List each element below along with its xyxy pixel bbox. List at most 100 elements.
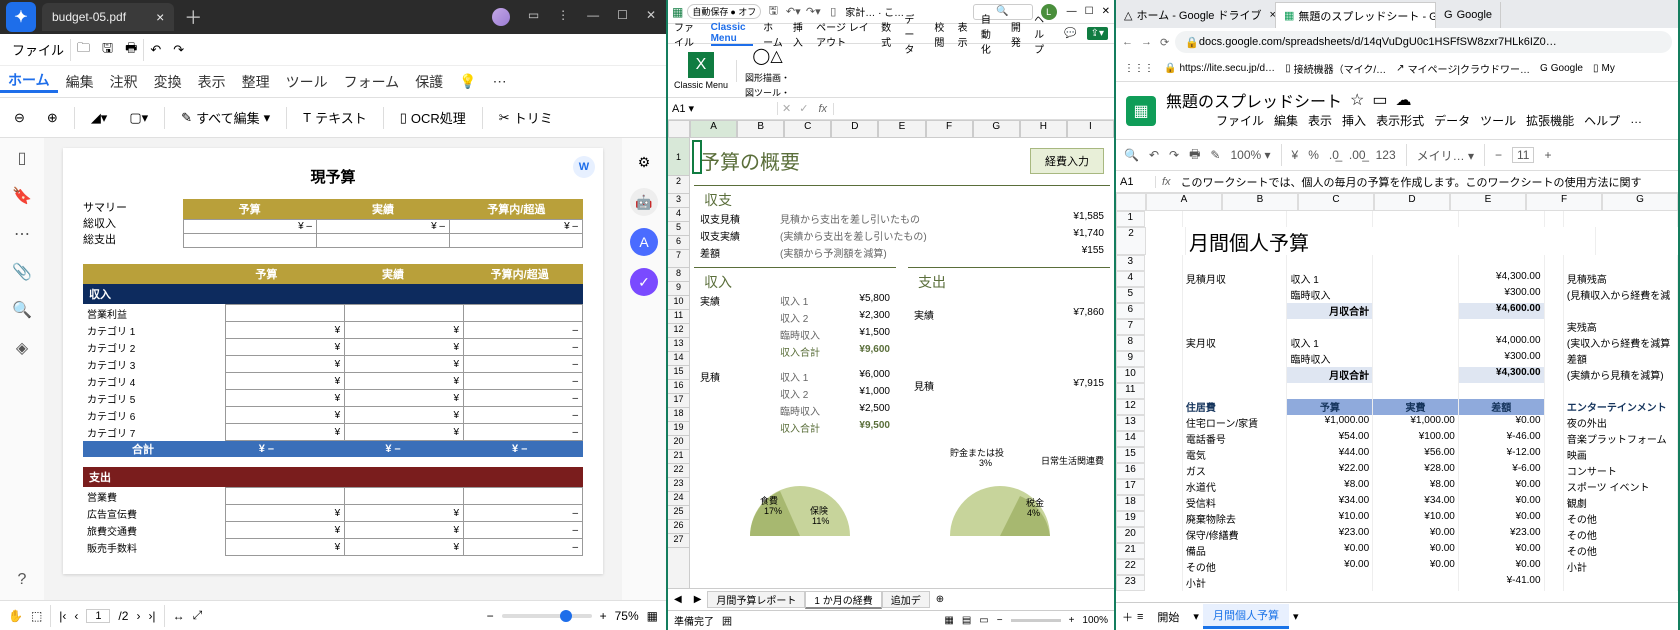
tab-nav-next-icon[interactable]: ▶: [688, 594, 708, 605]
close-window-icon[interactable]: ✕: [646, 8, 656, 26]
prev-page-icon[interactable]: ‹: [74, 609, 78, 623]
num-format[interactable]: 123: [1376, 148, 1396, 162]
save-icon[interactable]: 🖫: [96, 39, 119, 61]
back-icon[interactable]: ←: [1122, 36, 1133, 49]
ribbon-tab-home[interactable]: ホーム: [0, 70, 58, 93]
percent-icon[interactable]: %: [1308, 148, 1319, 162]
zoom-minus-icon[interactable]: −: [997, 615, 1003, 626]
bookmark-1[interactable]: ▯接続機器（マイク/…: [1285, 61, 1386, 76]
fit-page-icon[interactable]: ⤢: [193, 608, 203, 623]
comments-icon[interactable]: ⋯: [12, 224, 32, 244]
name-box[interactable]: A1: [1116, 176, 1156, 188]
fx-cancel-icon[interactable]: ✕: [778, 102, 795, 115]
search-icon[interactable]: 🔍: [12, 300, 32, 320]
more-icon[interactable]: ⋮: [557, 8, 569, 26]
zoom-slider[interactable]: [502, 614, 592, 618]
browser-tab-google[interactable]: GGoogle: [1436, 2, 1501, 28]
next-page-icon[interactable]: ›: [136, 609, 140, 623]
menu-format[interactable]: 表示形式: [1376, 112, 1424, 129]
settings-icon[interactable]: ⚙: [630, 148, 658, 176]
sheet-tab-month[interactable]: 1 か月の経費: [805, 591, 881, 609]
maximize-icon[interactable]: ☐: [1085, 6, 1094, 17]
menu-help[interactable]: ヘルプ: [1584, 112, 1620, 129]
layers-icon[interactable]: ◈: [12, 338, 32, 358]
trim-button[interactable]: ✂ トリミ: [493, 104, 559, 131]
view-normal-icon[interactable]: ▦: [944, 615, 953, 626]
address-bar[interactable]: 🔒 docs.google.com/spreadsheets/d/14qVuDg…: [1175, 31, 1672, 53]
highlighter-button[interactable]: ◢▾: [85, 106, 114, 130]
ocr-button[interactable]: ▯ OCR処理: [394, 104, 472, 131]
view-break-icon[interactable]: ▭: [979, 615, 988, 626]
font-select[interactable]: メイリ… ▾: [1417, 147, 1474, 164]
bookmark-3[interactable]: G Google: [1540, 63, 1583, 74]
ribbon-tab-edit[interactable]: 編集: [58, 72, 102, 92]
fx-confirm-icon[interactable]: ✓: [795, 102, 812, 115]
doc-title[interactable]: 無題のスプレッドシート: [1166, 88, 1342, 112]
redo-icon[interactable]: ↷: [167, 42, 190, 58]
page-input[interactable]: [86, 609, 110, 623]
minimize-icon[interactable]: —: [587, 8, 599, 26]
shape-button[interactable]: ▢▾: [123, 106, 154, 130]
currency-icon[interactable]: ¥: [1292, 148, 1299, 162]
shape-draw-button[interactable]: ◯△図形描画・図ツール・: [745, 43, 790, 99]
undo-icon[interactable]: ↶▾: [785, 4, 801, 20]
forward-icon[interactable]: →: [1141, 36, 1152, 49]
ribbon-tab-convert[interactable]: 変換: [146, 72, 190, 92]
overflow-icon[interactable]: ⋯: [485, 73, 515, 90]
qs-icon[interactable]: ▯: [825, 4, 841, 20]
zoom-out-button[interactable]: ⊖: [8, 106, 31, 130]
zoom-plus-icon[interactable]: +: [600, 609, 607, 623]
ai-chat-icon[interactable]: 🤖: [630, 188, 658, 216]
sheet-tab-extra[interactable]: 追加デ: [882, 591, 930, 608]
col-B[interactable]: B: [737, 120, 784, 138]
thumbnails-icon[interactable]: ▯: [12, 148, 32, 168]
text-button[interactable]: T テキスト: [297, 104, 373, 131]
classic-menu-button[interactable]: XClassic Menu: [674, 52, 728, 90]
sheet-tab-start[interactable]: 開始: [1147, 606, 1189, 628]
ribbon-tab-tool[interactable]: ツール: [278, 72, 336, 92]
menu-insert[interactable]: 挿入: [1342, 112, 1366, 129]
tab-nav-prev-icon[interactable]: ◀: [668, 594, 688, 605]
view-page-icon[interactable]: ▤: [962, 615, 971, 626]
zoom-select[interactable]: 100% ▾: [1230, 148, 1270, 162]
redo-icon[interactable]: ↷▾: [805, 4, 821, 20]
open-icon[interactable]: 🗀: [71, 39, 96, 61]
word-badge-icon[interactable]: W: [573, 156, 595, 178]
browser-tab-sheet[interactable]: ▦無題のスプレッドシート - Google ス×: [1276, 2, 1436, 28]
zoom-in-button[interactable]: ⊕: [41, 106, 64, 130]
print-icon[interactable]: 🖶: [119, 39, 143, 61]
edit-all-button[interactable]: ✎ すべて編集▾: [175, 104, 276, 131]
bulb-icon[interactable]: 💡: [451, 73, 484, 90]
select-tool-icon[interactable]: ⬚: [31, 609, 42, 623]
menu-more[interactable]: …: [1630, 112, 1642, 129]
hand-tool-icon[interactable]: ✋: [8, 609, 23, 623]
undo-icon[interactable]: ↶: [1149, 148, 1159, 162]
zoom-plus-icon[interactable]: +: [1069, 615, 1075, 626]
cloud-icon[interactable]: ☁: [1395, 90, 1411, 110]
menu-view[interactable]: 表示: [1308, 112, 1332, 129]
menu-file[interactable]: ファイル: [1216, 112, 1264, 129]
expense-input-button[interactable]: 経費入力: [1030, 148, 1104, 174]
browser-tab-drive[interactable]: △ホーム - Google ドライブ×: [1116, 2, 1276, 28]
dec-less-icon[interactable]: .0̲: [1329, 148, 1339, 162]
font-size-minus[interactable]: −: [1495, 148, 1502, 162]
undo-icon[interactable]: ↶: [144, 42, 167, 58]
redo-icon[interactable]: ↷: [1169, 148, 1179, 162]
paint-icon[interactable]: ✎: [1210, 148, 1220, 162]
avatar[interactable]: [492, 8, 510, 26]
file-menu[interactable]: ファイル: [6, 40, 70, 59]
layout-icon[interactable]: ▦: [647, 609, 658, 623]
ribbon-tab-view[interactable]: 表示: [190, 72, 234, 92]
bookmarks-icon[interactable]: 🔖: [12, 186, 32, 206]
add-sheet-icon[interactable]: ＋: [1122, 609, 1133, 625]
help-icon[interactable]: ?: [12, 570, 32, 590]
ribbon-tab-form[interactable]: フォーム: [336, 72, 408, 92]
translate-icon[interactable]: A: [630, 228, 658, 256]
name-box[interactable]: A1 ▾: [668, 102, 778, 115]
zoom-slider[interactable]: [1011, 619, 1061, 622]
document-tab[interactable]: budget-05.pdf ×: [42, 3, 174, 31]
print-icon[interactable]: 🖶: [1189, 145, 1200, 166]
maximize-icon[interactable]: ☐: [617, 8, 628, 26]
formula-bar[interactable]: このワークシートでは、個人の毎月の予算を作成します。このワークシートの使用方法に…: [1177, 174, 1678, 190]
ribbon-tab-protect[interactable]: 保護: [407, 72, 451, 92]
